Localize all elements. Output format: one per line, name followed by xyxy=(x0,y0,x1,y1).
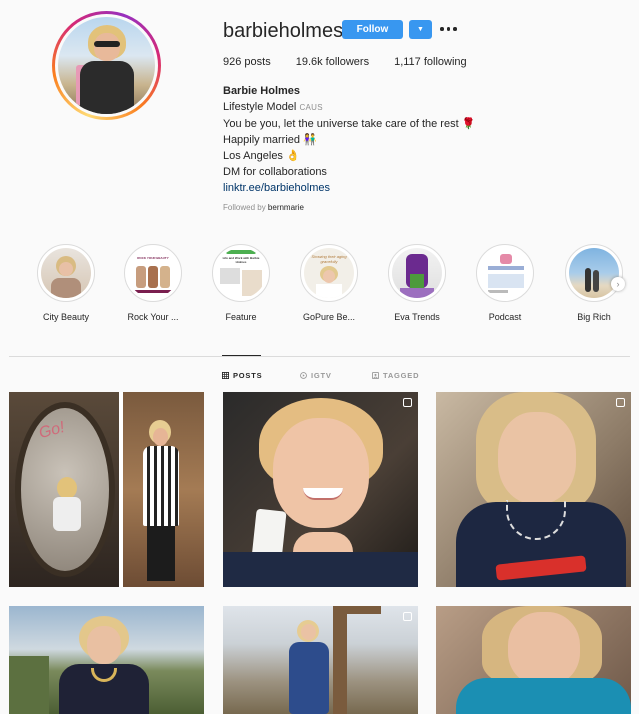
highlight-item[interactable]: Eva Trends xyxy=(372,244,462,322)
profile-avatar[interactable] xyxy=(52,11,161,120)
chevron-down-icon: ▼ xyxy=(417,26,424,33)
highlight-label: Eva Trends xyxy=(394,312,440,322)
bio-line-4: Los Angeles 👌 xyxy=(223,150,300,162)
bio-line-1: Lifestyle Model CAUS xyxy=(223,101,323,113)
bio-line-5: DM for collaborations xyxy=(223,166,327,178)
active-tab-indicator xyxy=(222,355,261,356)
tabs-divider xyxy=(9,356,630,357)
highlight-label: Rock Your ... xyxy=(127,312,179,322)
tab-posts-label: POSTS xyxy=(233,371,263,380)
story-highlights: City Beauty ROCK YOUR BEAUTY Rock Your .… xyxy=(0,244,639,324)
bio-link[interactable]: linktr.ee/barbieholmes xyxy=(223,180,475,196)
post-thumbnail[interactable] xyxy=(436,606,631,714)
category-tag: CAUS xyxy=(299,103,323,112)
post-thumbnail[interactable]: Go! xyxy=(9,392,204,587)
tab-tagged[interactable]: TAGGED xyxy=(372,371,419,380)
multiple-posts-icon xyxy=(616,398,625,407)
posts-count: 926 posts xyxy=(223,56,271,68)
igtv-icon xyxy=(300,372,307,379)
tagged-person-icon xyxy=(372,372,379,379)
tab-tagged-label: TAGGED xyxy=(383,371,420,380)
followers-count[interactable]: 19.6k followers xyxy=(296,56,369,68)
bio-line-2: You be you, let the universe take care o… xyxy=(223,118,476,130)
suggested-dropdown-button[interactable]: ▼ xyxy=(409,20,432,39)
more-options-icon[interactable] xyxy=(440,22,458,36)
highlight-label: Feature xyxy=(225,312,257,322)
highlight-label: Big Rich xyxy=(577,312,611,322)
highlight-item[interactable]: Big Rich xyxy=(549,244,639,322)
highlights-next-arrow[interactable]: › xyxy=(611,277,625,291)
followed-by: Followed by bernmarie xyxy=(223,203,304,212)
post-thumbnail[interactable] xyxy=(223,606,418,714)
tab-igtv-label: IGTV xyxy=(311,371,332,380)
post-thumbnail[interactable] xyxy=(436,392,631,587)
full-name: Barbie Holmes xyxy=(223,85,301,97)
grid-icon xyxy=(222,372,229,379)
multiple-posts-icon xyxy=(403,612,412,621)
profile-username: barbieholmes xyxy=(223,20,344,42)
avatar-photo xyxy=(58,17,155,114)
highlight-item[interactable]: Podcast xyxy=(460,244,550,322)
bio-line-3: Happily married 👫 xyxy=(223,134,317,146)
tab-igtv[interactable]: IGTV xyxy=(300,371,332,380)
post-thumbnail[interactable] xyxy=(223,392,418,587)
highlight-label: Podcast xyxy=(488,312,522,322)
highlight-label: City Beauty xyxy=(42,312,90,322)
profile-bio: Barbie Holmes Lifestyle Model CAUS You b… xyxy=(223,83,475,196)
multiple-posts-icon xyxy=(403,398,412,407)
post-thumbnail[interactable] xyxy=(9,606,204,714)
highlight-item[interactable]: Showing their aging gracefully GoPure Be… xyxy=(284,244,374,322)
followed-by-user[interactable]: bernmarie xyxy=(268,203,304,212)
tab-posts[interactable]: POSTS xyxy=(222,371,262,380)
highlight-label: GoPure Be... xyxy=(302,312,356,322)
profile-stats: 926 posts 19.6k followers 1,117 followin… xyxy=(223,56,492,68)
highlight-item[interactable]: City Beauty xyxy=(21,244,111,322)
following-count[interactable]: 1,117 following xyxy=(394,56,467,68)
highlight-item[interactable]: ROCK YOUR BEAUTY Rock Your ... xyxy=(108,244,198,322)
highlight-item[interactable]: Life and Work with Barbie Holmes Feature xyxy=(196,244,286,322)
chevron-right-icon: › xyxy=(616,279,620,289)
follow-button[interactable]: Follow xyxy=(342,20,403,39)
